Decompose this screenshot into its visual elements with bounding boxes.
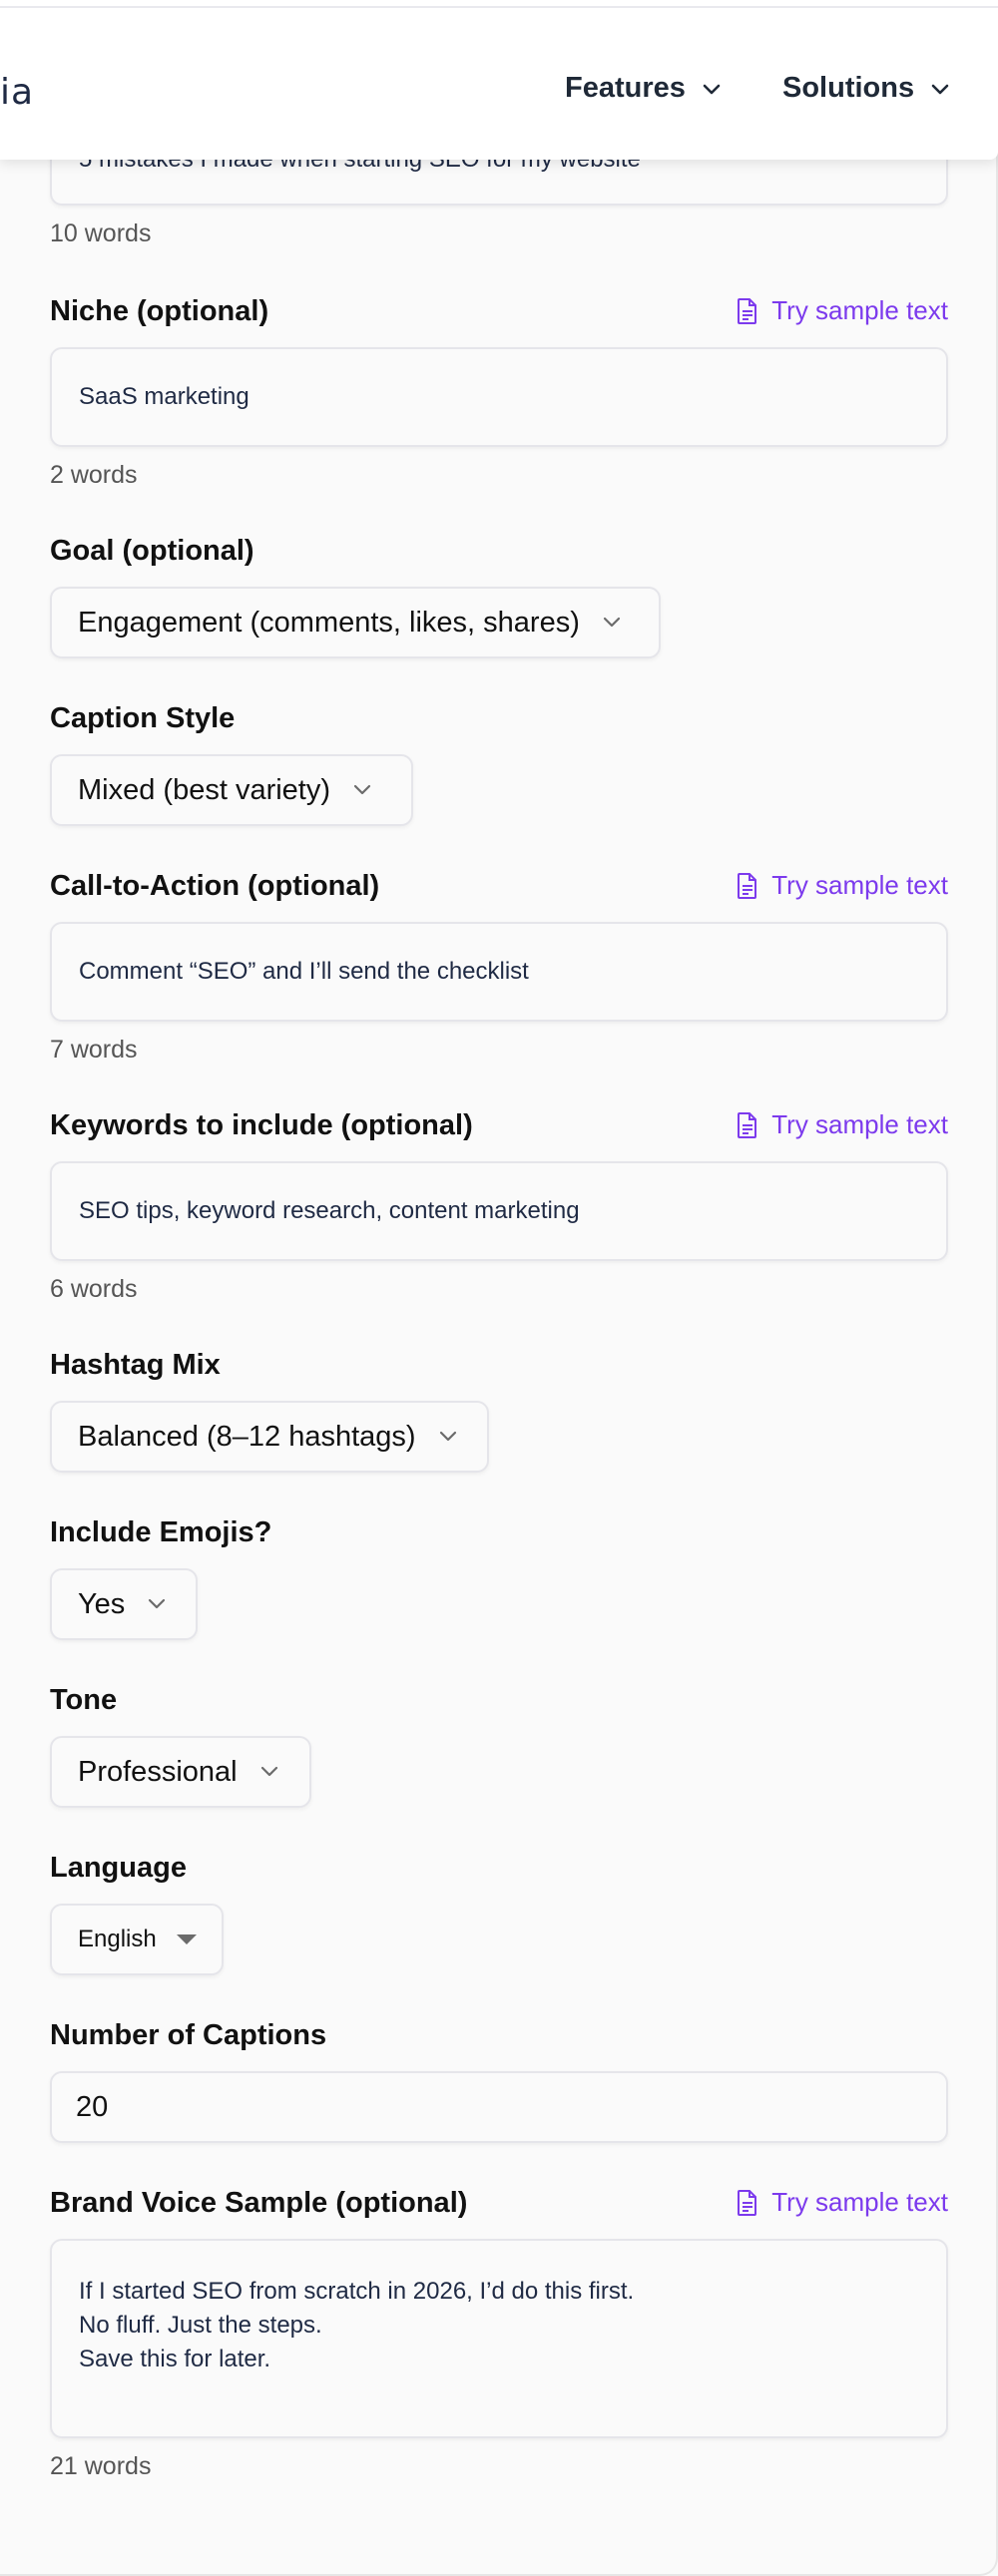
niche-try-sample-label: Try sample text [771,295,948,325]
hashtag-mix-select[interactable]: Balanced (8–12 hashtags) [50,1401,489,1473]
document-icon [738,1111,757,1138]
hashtag-mix-selected-value: Balanced (8–12 hashtags) [78,1420,416,1453]
emojis-selected-value: Yes [78,1587,126,1620]
num-captions-input[interactable]: 20 [50,2071,948,2143]
nav-solutions-label: Solutions [782,72,915,104]
cta-label: Call-to-Action (optional) [50,870,380,902]
brand-voice-line: Save this for later. [79,2346,271,2372]
chevron-down-icon [603,617,620,628]
keywords-word-count: 6 words [50,1275,138,1303]
header-divider [0,6,998,8]
document-icon [738,297,757,324]
topic-word-count: 10 words [50,219,152,247]
keywords-label: Keywords to include (optional) [50,1109,473,1141]
niche-input[interactable]: SaaS marketing [50,347,948,447]
chevron-down-icon [149,1598,166,1609]
tone-select[interactable]: Professional [50,1736,311,1808]
niche-try-sample-link[interactable]: Try sample text [736,295,948,326]
chevron-down-icon [703,84,721,94]
language-select[interactable]: English [50,1904,224,1975]
cta-word-count: 7 words [50,1036,138,1064]
cta-input-value: Comment “SEO” and I’ll send the checklis… [79,958,529,985]
tone-selected-value: Professional [78,1755,238,1788]
num-captions-label: Number of Captions [50,2019,327,2051]
niche-input-value: SaaS marketing [79,383,250,410]
keywords-try-sample-label: Try sample text [771,1109,948,1139]
cta-try-sample-link[interactable]: Try sample text [736,870,948,901]
nav-features[interactable]: Features [565,72,724,105]
emojis-select[interactable]: Yes [50,1568,198,1640]
document-icon [738,872,757,899]
chevron-down-icon [353,784,371,795]
cta-try-sample-label: Try sample text [771,870,948,900]
goal-label: Goal (optional) [50,535,254,567]
chevron-down-icon [931,84,949,94]
cta-input[interactable]: Comment “SEO” and I’ll send the checklis… [50,922,948,1022]
caret-down-icon [176,1934,197,1944]
caption-style-label: Caption Style [50,702,236,734]
language-selected-value: English [78,1926,157,1952]
site-header: ia Features Solutions [0,0,998,160]
goal-select[interactable]: Engagement (comments, likes, shares) [50,587,661,658]
brand-voice-line: No fluff. Just the steps. [79,2312,322,2339]
keywords-input[interactable]: SEO tips, keyword research, content mark… [50,1161,948,1261]
document-icon [738,2189,757,2216]
niche-word-count: 2 words [50,461,138,489]
hashtag-mix-label: Hashtag Mix [50,1349,221,1381]
nav-solutions[interactable]: Solutions [782,72,952,105]
brand-voice-label: Brand Voice Sample (optional) [50,2187,468,2219]
chevron-down-icon [439,1431,456,1442]
emojis-label: Include Emojis? [50,1516,272,1548]
brand-voice-textarea[interactable]: If I started SEO from scratch in 2026, I… [50,2239,948,2438]
tone-label: Tone [50,1684,118,1716]
num-captions-value: 20 [76,2090,109,2123]
caption-style-selected-value: Mixed (best variety) [78,773,331,806]
chevron-down-icon [260,1766,277,1777]
language-label: Language [50,1852,187,1884]
caption-style-select[interactable]: Mixed (best variety) [50,754,413,826]
logo[interactable]: ia [0,72,34,113]
brand-voice-line: If I started SEO from scratch in 2026, I… [79,2278,635,2305]
keywords-input-value: SEO tips, keyword research, content mark… [79,1197,580,1224]
brand-voice-try-sample-label: Try sample text [771,2187,948,2217]
brand-voice-word-count: 21 words [50,2452,152,2480]
niche-label: Niche (optional) [50,295,269,327]
nav-features-label: Features [565,72,686,104]
keywords-try-sample-link[interactable]: Try sample text [736,1109,948,1140]
form-panel: 5 mistakes I made when starting SEO for … [0,0,998,2576]
brand-voice-try-sample-link[interactable]: Try sample text [736,2187,948,2218]
goal-selected-value: Engagement (comments, likes, shares) [78,606,580,639]
